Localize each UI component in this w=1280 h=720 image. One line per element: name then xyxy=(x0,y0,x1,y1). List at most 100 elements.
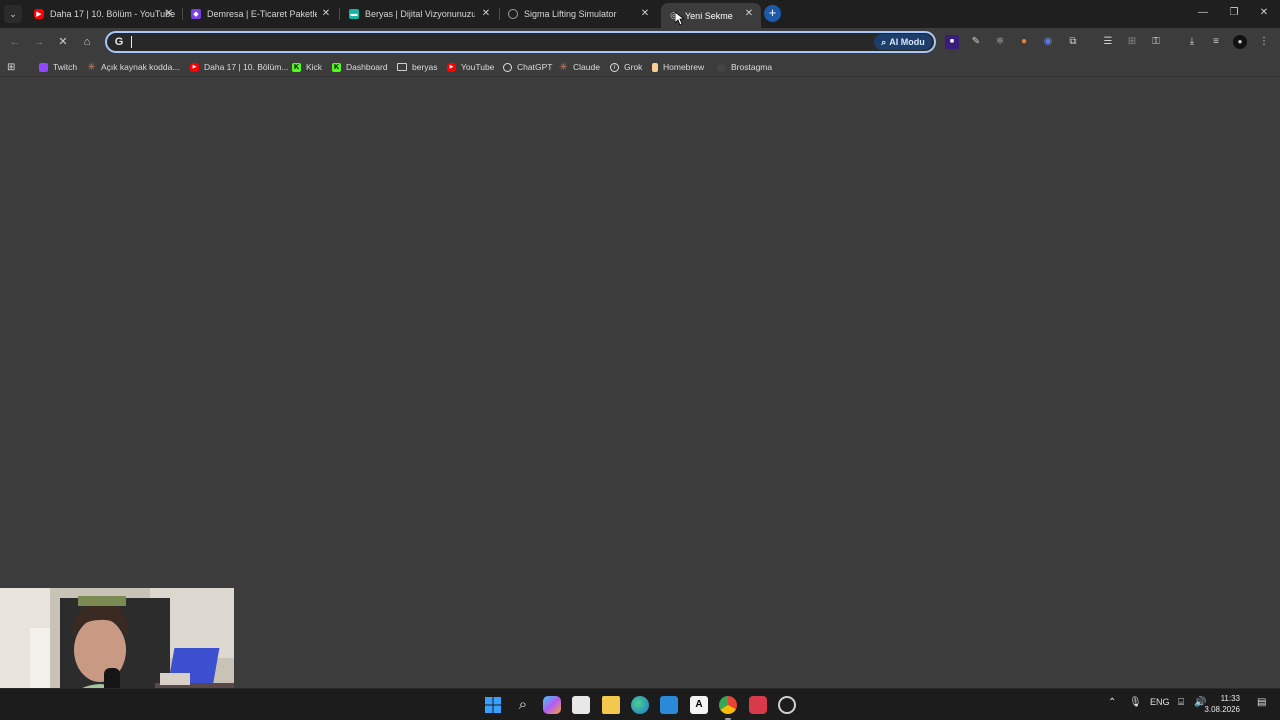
edge-icon[interactable] xyxy=(631,696,649,714)
bookmark-label: Kick xyxy=(306,62,323,72)
microsoft-store-icon[interactable] xyxy=(572,696,590,714)
claude-icon: ✳ xyxy=(559,61,568,73)
youtube-icon: ▶ xyxy=(190,62,199,72)
text-caret xyxy=(131,36,132,48)
google-icon: G xyxy=(114,36,124,48)
bookmark-label: ChatGPT xyxy=(517,62,553,72)
new-tab-button[interactable]: + xyxy=(764,5,781,22)
bookmark-brostagma[interactable]: Brostagma xyxy=(717,60,772,74)
menu-kebab-icon[interactable]: ⋮ xyxy=(1257,35,1271,49)
tab-search-button[interactable]: ⌄ xyxy=(4,5,22,23)
stop-button[interactable]: ✕ xyxy=(55,34,71,50)
bookmark-homebrew[interactable]: Homebrew xyxy=(652,60,704,74)
twitch-icon xyxy=(39,62,48,72)
apps-button[interactable]: ⊞ xyxy=(7,60,15,74)
language-indicator[interactable]: ENG xyxy=(1150,697,1170,707)
tab-demresa[interactable]: ◆ Demresa | E-Ticaret Paketleri & ✕ xyxy=(183,3,338,25)
ai-mode-button[interactable]: ⌕ AI Modu xyxy=(874,34,932,50)
system-clock[interactable]: 11:33 3.08.2026 xyxy=(1204,693,1240,715)
bookmark-label: Claude xyxy=(573,62,600,72)
minimize-button[interactable]: — xyxy=(1195,6,1211,20)
apps-grid-icon[interactable]: ⊞ xyxy=(1125,35,1139,49)
bookmark-dashboard[interactable]: K Dashboard xyxy=(332,60,388,74)
app-a-icon[interactable]: A xyxy=(690,696,708,714)
tab-sigma[interactable]: Sigma Lifting Simulator ✕ xyxy=(500,3,657,25)
close-window-button[interactable]: ✕ xyxy=(1256,6,1272,20)
microphone-icon[interactable]: 🎙 xyxy=(1129,697,1142,708)
beryas-icon: ▬ xyxy=(349,9,359,19)
tray-overflow-icon[interactable]: ⌃ xyxy=(1108,697,1116,708)
tab-title: Daha 17 | 10. Bölüm - YouTube xyxy=(50,9,176,19)
tab-youtube[interactable]: ▶ Daha 17 | 10. Bölüm - YouTube ✕ xyxy=(26,3,181,25)
chrome-app-icon[interactable] xyxy=(719,696,737,714)
youtube-icon: ▶ xyxy=(447,62,456,72)
bookmark-chatgpt[interactable]: ChatGPT xyxy=(503,60,552,74)
extension-purple-icon[interactable]: ■ xyxy=(945,35,959,49)
ai-mode-label: AI Modu xyxy=(889,37,925,47)
fox-extension-icon[interactable]: ● xyxy=(1017,35,1031,49)
close-icon: ✕ xyxy=(1259,7,1269,18)
globe-icon xyxy=(508,9,518,19)
github-icon xyxy=(717,62,726,72)
bookmark-label: YouTube xyxy=(461,62,495,72)
bookmark-folder-beryas[interactable]: beryas xyxy=(397,60,438,74)
copilot-icon[interactable] xyxy=(543,696,561,714)
bookmark-twitch[interactable]: Twitch xyxy=(39,60,77,74)
home-button[interactable]: ⌂ xyxy=(79,34,95,50)
search-icon: ⌕ xyxy=(518,696,528,713)
plus-icon: + xyxy=(768,5,777,20)
kick-icon: K xyxy=(292,62,301,72)
vscode-icon[interactable] xyxy=(660,696,678,714)
restore-button[interactable]: ❐ xyxy=(1226,6,1242,20)
profile-avatar[interactable]: ● xyxy=(1233,35,1247,49)
cast-icon[interactable]: ☰ xyxy=(1101,35,1115,49)
address-input[interactable] xyxy=(129,34,869,50)
search-button[interactable]: ⌕ xyxy=(514,696,532,714)
close-icon[interactable]: ✕ xyxy=(639,8,651,20)
close-icon[interactable]: ✕ xyxy=(320,8,332,20)
mouse-cursor-icon xyxy=(675,12,684,26)
close-icon[interactable]: ✕ xyxy=(480,8,492,20)
windows-start-button[interactable] xyxy=(484,696,502,714)
eyedropper-icon[interactable]: ✎ xyxy=(969,35,983,49)
folder-icon xyxy=(397,63,407,71)
chatgpt-icon xyxy=(503,62,512,72)
bookmark-label: Brostagma xyxy=(731,62,773,72)
back-button[interactable]: ← xyxy=(7,34,23,50)
tab-title: Demresa | E-Ticaret Paketleri & xyxy=(207,9,317,19)
bookmarks-bar: ⊞ Twitch ✳ Açık kaynak kodda... ▶ Daha 1… xyxy=(0,56,1280,77)
notification-icon[interactable]: ▤ xyxy=(1257,697,1266,708)
red-app-icon[interactable] xyxy=(749,696,767,714)
close-icon[interactable]: ✕ xyxy=(163,8,175,20)
bookmark-kick[interactable]: K Kick xyxy=(292,60,322,74)
windows-logo-icon xyxy=(485,697,501,713)
homebrew-icon xyxy=(652,62,658,72)
bookmark-grok[interactable]: / Grok xyxy=(610,60,642,74)
file-explorer-icon[interactable] xyxy=(602,696,620,714)
bookmark-claude[interactable]: ✳ Claude xyxy=(559,60,600,74)
close-icon[interactable]: ✕ xyxy=(743,8,755,20)
extension-badge-icon[interactable]: ◉ xyxy=(1041,35,1055,49)
bookmark-label: Grok xyxy=(624,62,643,72)
bookmark-youtube[interactable]: ▶ YouTube xyxy=(447,60,494,74)
network-icon[interactable]: ⌸ xyxy=(1178,697,1184,708)
address-bar[interactable]: G ⌕ AI Modu xyxy=(105,31,936,53)
app-ring-icon[interactable] xyxy=(778,696,796,714)
extensions-puzzle-icon[interactable]: ⧉ xyxy=(1066,35,1080,49)
grok-icon: / xyxy=(610,62,619,72)
tab-beryas[interactable]: ▬ Beryas | Dijital Vizyonunuzu Ge ✕ xyxy=(341,3,498,25)
bookmark-acik-kaynak[interactable]: ✳ Açık kaynak kodda... xyxy=(87,60,179,74)
reading-list-icon[interactable]: ≡ xyxy=(1209,35,1223,49)
bookmark-label: Dashboard xyxy=(346,62,388,72)
tab-separator xyxy=(339,8,340,20)
download-icon[interactable]: ⤓ xyxy=(1185,35,1199,49)
close-icon: ✕ xyxy=(58,36,68,48)
claude-icon: ✳ xyxy=(87,61,96,73)
bookmark-daha17[interactable]: ▶ Daha 17 | 10. Bölüm... xyxy=(190,60,288,74)
arrow-right-icon: → xyxy=(33,36,45,48)
bookmark-label: Homebrew xyxy=(663,62,705,72)
tab-title: Sigma Lifting Simulator xyxy=(524,9,617,19)
password-key-icon[interactable]: ⚿ xyxy=(1149,35,1163,49)
react-devtools-icon[interactable]: ⚛ xyxy=(993,35,1007,49)
forward-button[interactable]: → xyxy=(31,34,47,50)
